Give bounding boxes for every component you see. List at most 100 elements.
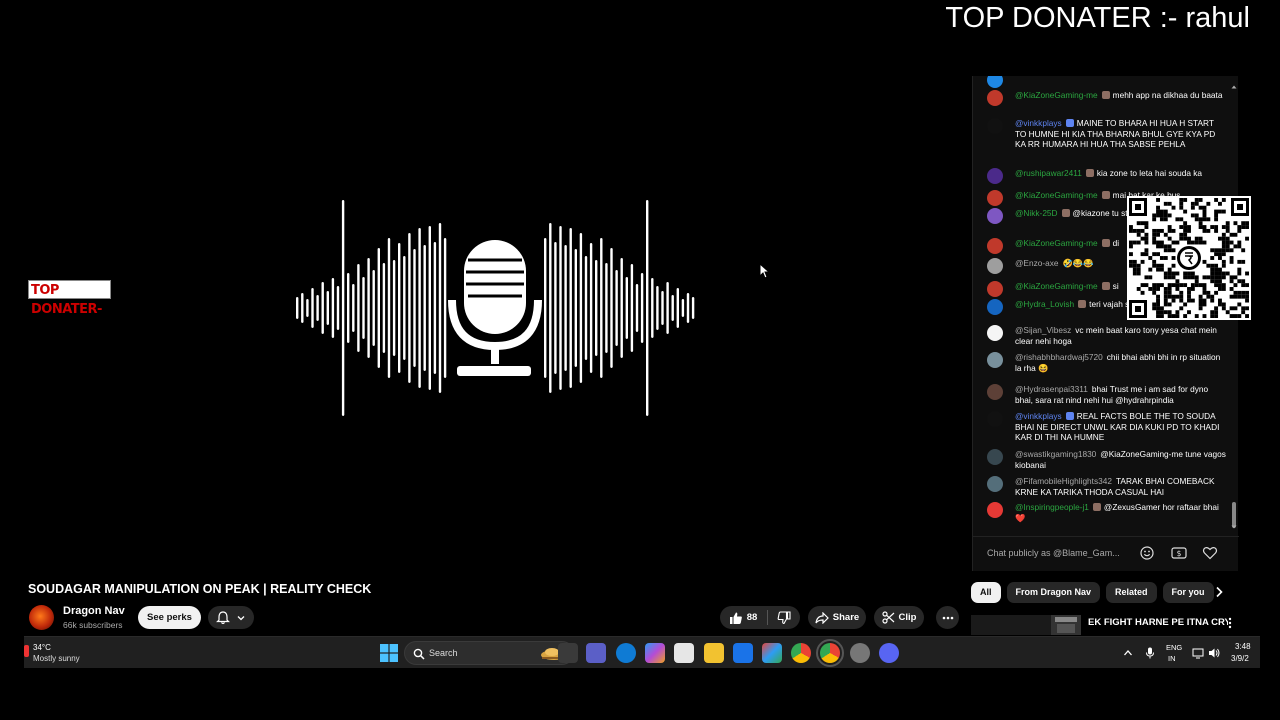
chat-avatar[interactable] [987,411,1003,427]
top-donater-tag: TOP DONATER- [28,280,111,317]
clock-time[interactable]: 3:48 [1235,642,1251,651]
chat-author[interactable]: @Hydra_Lovish [1015,299,1074,309]
chat-avatar[interactable] [987,449,1003,465]
chat-avatar[interactable] [987,208,1003,224]
chat-avatar[interactable] [987,299,1003,315]
chat-author[interactable]: @Hydrasenpai3311 [1015,384,1088,394]
chevron-right-icon[interactable] [1214,586,1224,598]
teams-icon[interactable] [586,643,606,663]
chat-author[interactable]: @rushipawar2411 [1015,168,1082,178]
file-explorer-icon[interactable] [704,643,724,663]
tab-for-you[interactable]: For you [1162,582,1214,603]
chat-avatar[interactable] [987,90,1003,106]
waveform-bar [544,238,547,378]
chat-author[interactable]: @Enzo-axe [1015,258,1058,268]
chat-avatar[interactable] [987,118,1003,134]
chat-author[interactable]: @vinkkplays [1015,118,1062,128]
live-chat-panel: @KiaZoneGaming-me mehh app na dikhaa du b… [972,76,1239,571]
chat-author[interactable]: @KiaZoneGaming-me [1015,238,1098,248]
waveform-bar [681,299,685,317]
clock-date: 3/9/2 [1231,654,1249,663]
network-icon[interactable] [1192,647,1204,659]
chat-avatar[interactable] [987,384,1003,400]
chat-author[interactable]: @KiaZoneGaming-me [1015,190,1098,200]
channel-avatar[interactable] [29,605,54,630]
edge-icon[interactable] [616,643,636,663]
waveform-bar [423,245,426,371]
discord-icon[interactable] [879,643,899,663]
channel-name[interactable]: Dragon Nav [63,605,125,617]
chat-author[interactable]: @swastikgaming1830 [1015,449,1096,459]
chat-avatar[interactable] [987,190,1003,206]
chat-author[interactable]: @Sijan_Vibesz [1015,325,1071,335]
thumbs-down-icon[interactable] [777,610,791,625]
chat-message: @rishabhbhardwaj5720 chii bhai abhi bhi i… [987,352,1227,373]
share-button[interactable]: Share [808,606,866,629]
chrome-active-icon[interactable] [816,639,844,667]
waveform-bar [589,243,593,373]
scroll-down-icon [1231,525,1237,529]
chat-avatar[interactable] [987,258,1003,274]
chat-author[interactable]: @KiaZoneGaming-me [1015,281,1098,291]
like-button[interactable]: 88 [729,611,757,625]
copilot-icon[interactable] [645,643,665,663]
chat-author[interactable]: @Nikk-25D [1015,208,1058,218]
chat-message-body: @Hydrasenpai3311 bhai Trust me i am sad f… [1015,384,1227,405]
chat-author[interactable]: @Inspiringpeople-j1 [1015,502,1089,512]
chat-text: kia zone to leta hai souda ka [1096,168,1203,178]
chat-input[interactable] [987,543,1137,563]
chat-avatar[interactable] [987,325,1003,341]
weather-widget[interactable]: 34°C Mostly sunny [24,641,104,667]
chat-author[interactable]: @FifamobileHighlights342 [1015,476,1112,486]
waveform-bar [403,256,406,360]
task-view-icon[interactable] [558,643,578,663]
chat-avatar[interactable] [987,238,1003,254]
waveform-bar [418,228,421,388]
waveform-bar [559,226,562,390]
clip-button[interactable]: Clip [874,606,924,629]
chat-message-body: @rushipawar2411 kia zone to leta hai soud… [1015,168,1227,179]
waveform-bar [574,249,577,367]
weather-icon [24,645,29,657]
microphone-tray-icon[interactable] [1145,647,1155,659]
chat-avatar[interactable] [987,502,1003,518]
chat-avatar[interactable] [987,281,1003,297]
mail-icon[interactable] [733,643,753,663]
chat-author[interactable]: @rishabhbhardwaj5720 [1015,352,1103,362]
app-icon[interactable] [850,643,870,663]
heart-icon[interactable] [1202,546,1218,560]
chat-author[interactable]: @KiaZoneGaming-me [1015,90,1098,100]
see-perks-button[interactable]: See perks [138,606,201,629]
office-icon[interactable] [762,643,782,663]
waveform-bar [347,273,350,343]
recommendation-thumbnail[interactable] [971,615,1081,635]
chevron-down-icon [237,615,245,620]
microsoft-store-icon[interactable] [674,643,694,663]
emoji-icon[interactable] [1140,546,1154,560]
taskbar-search-box[interactable]: Search [404,641,574,665]
volume-icon[interactable] [1208,647,1220,659]
notification-bell-button[interactable] [208,606,254,629]
recommendation-title[interactable]: EK FIGHT HARNE PE ITNA CRY? [1088,617,1228,628]
waveform-bar [357,264,360,352]
waveform-bar [306,299,309,317]
tab-from-dragon-nav[interactable]: From Dragon Nav [1006,582,1101,603]
waveform-bar [387,238,391,378]
verified-badge-icon [1065,119,1074,127]
chat-author[interactable]: @vinkkplays [1015,411,1062,421]
chat-avatar[interactable] [987,168,1003,184]
chat-avatar[interactable] [987,476,1003,492]
tab-all[interactable]: All [971,582,1001,603]
tab-related[interactable]: Related [1106,582,1157,603]
scroll-up-icon [1231,85,1237,89]
language-indicator[interactable]: ENG [1166,643,1182,652]
chevron-up-icon[interactable] [1123,648,1133,658]
more-actions-button[interactable] [936,606,959,629]
member-badge-icon [1092,503,1101,511]
super-chat-icon[interactable]: $ [1171,546,1187,560]
more-vertical-icon[interactable] [1228,617,1232,629]
chat-avatar[interactable] [987,352,1003,368]
chrome-icon[interactable] [791,643,811,663]
windows-start-icon[interactable] [380,644,398,662]
scissors-icon [881,611,894,624]
